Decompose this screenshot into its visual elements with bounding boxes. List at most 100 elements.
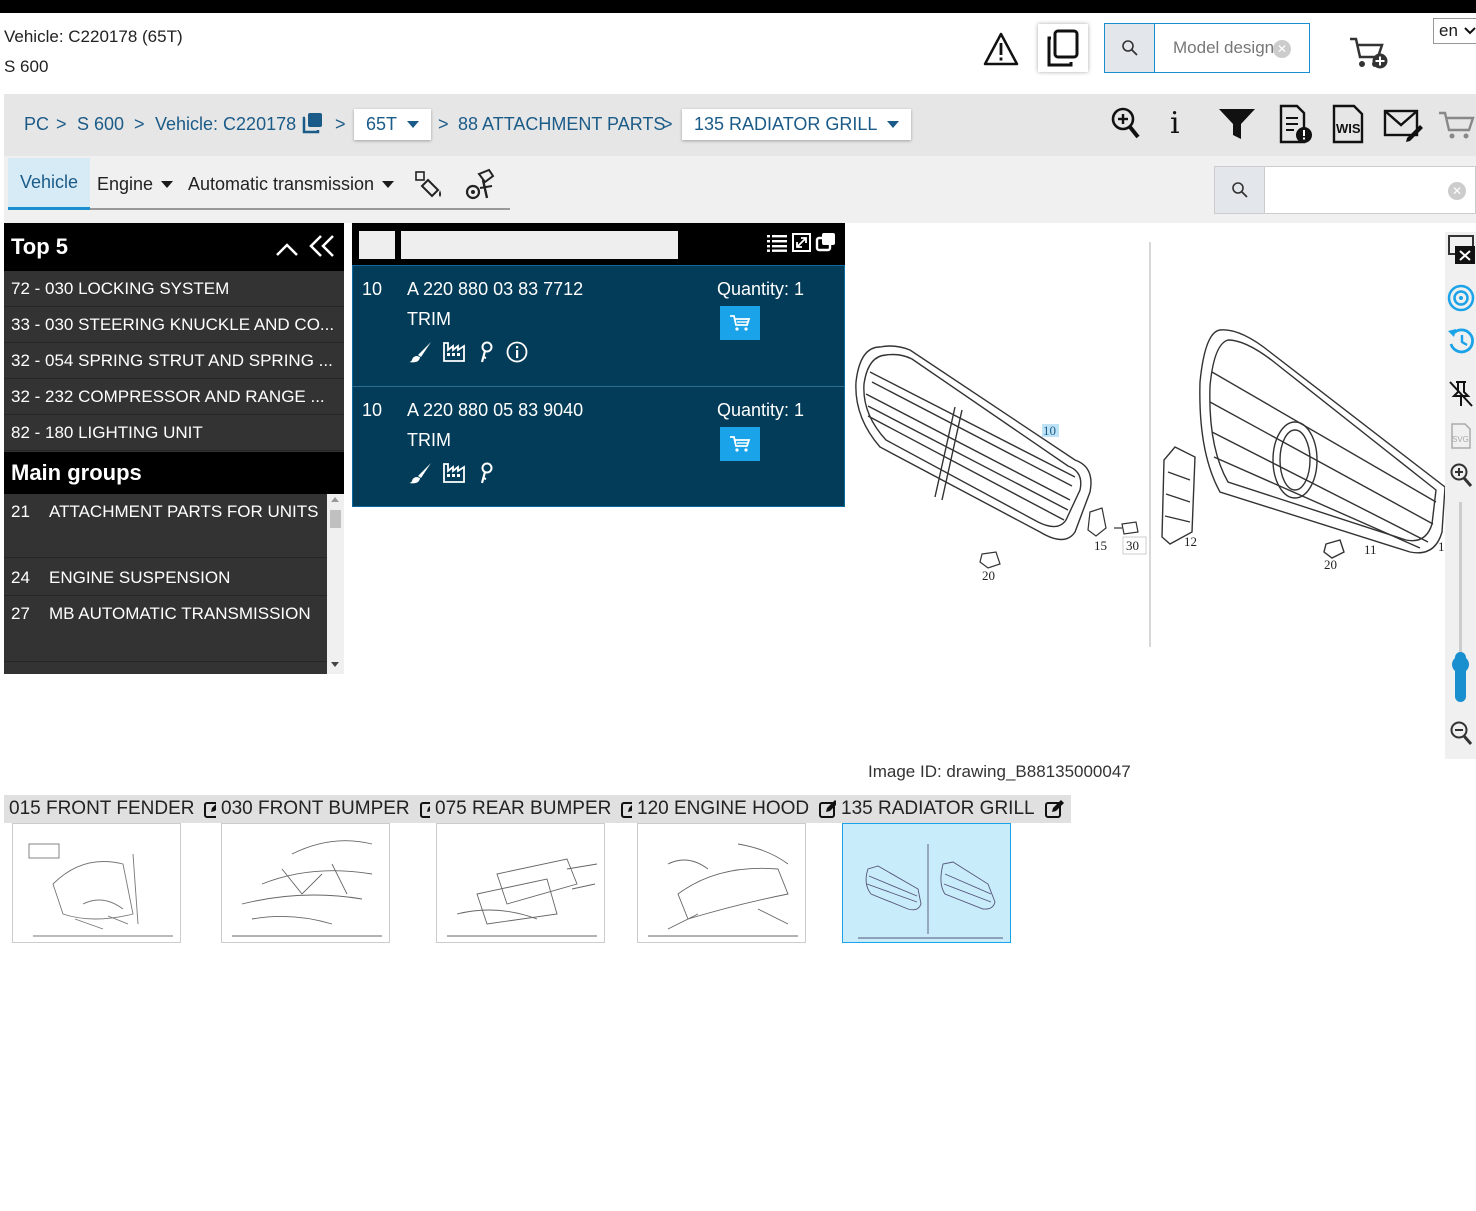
search-icon[interactable] bbox=[1215, 167, 1265, 213]
chevron-up-icon[interactable] bbox=[275, 237, 299, 263]
paint-bucket-icon[interactable] bbox=[414, 170, 448, 205]
close-drawing-icon[interactable] bbox=[1447, 234, 1475, 269]
thumbnail-label[interactable]: 075 REAR BUMPER bbox=[430, 795, 648, 823]
add-to-cart-icon[interactable] bbox=[1348, 34, 1390, 72]
main-group-number: 27 bbox=[11, 604, 30, 623]
variant-dropdown[interactable]: 65T bbox=[354, 109, 432, 140]
wis-document-icon[interactable]: WIS bbox=[1332, 104, 1364, 149]
mail-edit-icon[interactable] bbox=[1383, 108, 1423, 147]
thumbnail-label[interactable]: 135 RADIATOR GRILL bbox=[836, 795, 1071, 823]
key-icon[interactable] bbox=[478, 341, 496, 368]
breadcrumb-separator: > bbox=[56, 114, 67, 134]
callout-label[interactable]: 10 bbox=[1043, 423, 1056, 438]
copy-button[interactable] bbox=[1038, 24, 1088, 72]
tab-engine[interactable]: Engine bbox=[97, 158, 174, 210]
svg-file-icon[interactable]: SVG bbox=[1450, 422, 1472, 455]
parts-drawing[interactable]: 10 15 30 20 12 20 11 1 bbox=[850, 232, 1446, 662]
thumbnail-rear-bumper[interactable] bbox=[436, 823, 605, 943]
callout-label[interactable]: 30 bbox=[1126, 538, 1139, 553]
target-icon[interactable] bbox=[1447, 284, 1475, 317]
part-row[interactable]: 10 A 220 880 05 83 9040 TRIM Quantity: 1 bbox=[352, 386, 845, 506]
warning-icon[interactable] bbox=[982, 30, 1020, 68]
zoom-out-icon[interactable] bbox=[1449, 720, 1473, 753]
parts-search[interactable]: ✕ bbox=[1214, 166, 1476, 214]
model-search[interactable]: Model design ✕ bbox=[1104, 23, 1310, 73]
no-pin-icon[interactable] bbox=[1448, 378, 1474, 413]
info-circle-icon[interactable] bbox=[506, 341, 528, 368]
callout-label[interactable]: 12 bbox=[1184, 534, 1197, 549]
thumbnail-radiator-grill[interactable] bbox=[842, 823, 1011, 943]
parts-search-input[interactable]: ✕ bbox=[1265, 167, 1475, 213]
main-group-item[interactable]: 27 MB AUTOMATIC TRANSMISSION bbox=[4, 596, 327, 662]
part-filter-input[interactable] bbox=[401, 231, 678, 259]
top5-item[interactable]: 33 - 030 STEERING KNUCKLE AND CO... bbox=[4, 307, 344, 343]
language-select[interactable]: en bbox=[1433, 18, 1476, 44]
callout-label[interactable]: 1 bbox=[1438, 539, 1445, 554]
thumbnail-front-bumper[interactable] bbox=[221, 823, 390, 943]
top5-item[interactable]: 72 - 030 LOCKING SYSTEM bbox=[4, 271, 344, 307]
popout-icon[interactable] bbox=[815, 232, 837, 257]
clear-icon[interactable]: ✕ bbox=[1273, 40, 1291, 58]
thumbnail-front-fender[interactable] bbox=[12, 823, 181, 943]
callout-label[interactable]: 20 bbox=[982, 568, 995, 583]
main-group-item[interactable]: 21 ATTACHMENT PARTS FOR UNITS bbox=[4, 494, 327, 558]
tab-transmission-label: Automatic transmission bbox=[188, 173, 375, 194]
caret-down-icon bbox=[382, 180, 395, 188]
breadcrumb-group[interactable]: 88 ATTACHMENT PARTS bbox=[458, 114, 665, 135]
tab-transmission[interactable]: Automatic transmission bbox=[188, 158, 395, 210]
vehicle-id: Vehicle: C220178 (65T) bbox=[4, 27, 183, 46]
cart-icon[interactable] bbox=[1438, 110, 1476, 145]
part-position: 10 bbox=[362, 400, 383, 420]
callout-label[interactable]: 20 bbox=[1324, 557, 1337, 572]
thumbnail-label[interactable]: 015 FRONT FENDER bbox=[4, 795, 231, 823]
thumbnail-label[interactable]: 030 FRONT BUMPER bbox=[216, 795, 446, 823]
main-group-item[interactable]: 24 ENGINE SUSPENSION bbox=[4, 558, 327, 596]
expand-icon[interactable] bbox=[792, 233, 811, 257]
factory-icon[interactable] bbox=[442, 462, 466, 489]
position-filter-input[interactable] bbox=[359, 231, 395, 259]
breadcrumb-separator: > bbox=[134, 114, 145, 134]
factory-icon[interactable] bbox=[442, 341, 466, 368]
zoom-slider-knob[interactable] bbox=[1452, 656, 1469, 673]
tab-vehicle[interactable]: Vehicle bbox=[8, 158, 91, 210]
caret-down-icon bbox=[887, 121, 900, 128]
callout-label[interactable]: 15 bbox=[1094, 538, 1107, 553]
model-search-input[interactable]: Model design ✕ bbox=[1155, 24, 1309, 72]
thumbnail-engine-hood[interactable] bbox=[637, 823, 806, 943]
paint-brush-icon[interactable] bbox=[408, 341, 432, 368]
parts-header bbox=[352, 223, 845, 265]
paint-brush-icon[interactable] bbox=[408, 462, 432, 489]
scrollbar[interactable] bbox=[327, 494, 344, 674]
zoom-in-icon[interactable] bbox=[1110, 106, 1142, 147]
grille-left-drawing bbox=[855, 345, 1092, 541]
add-to-cart-button[interactable] bbox=[720, 306, 760, 340]
caret-down-icon bbox=[161, 180, 174, 188]
subgroup-dropdown[interactable]: 135 RADIATOR GRILL bbox=[682, 109, 912, 140]
callout-label[interactable]: 11 bbox=[1364, 542, 1377, 557]
thumbnail-title: 030 FRONT BUMPER bbox=[221, 798, 410, 819]
edit-icon[interactable] bbox=[1044, 799, 1065, 819]
top5-item[interactable]: 32 - 054 SPRING STRUT AND SPRING ... bbox=[4, 343, 344, 379]
filter-icon[interactable] bbox=[1218, 108, 1256, 145]
breadcrumb-pc[interactable]: PC bbox=[24, 114, 49, 135]
engine-parts-icon[interactable] bbox=[465, 168, 495, 205]
document-alert-icon[interactable] bbox=[1278, 104, 1314, 149]
key-icon[interactable] bbox=[478, 462, 496, 489]
search-icon[interactable] bbox=[1105, 24, 1155, 72]
info-icon[interactable]: i bbox=[1170, 106, 1180, 141]
part-row[interactable]: 10 A 220 880 03 83 7712 TRIM Quantity: 1 bbox=[352, 266, 845, 386]
add-to-cart-button[interactable] bbox=[720, 427, 760, 461]
breadcrumb-vehicle[interactable]: Vehicle: C220178 bbox=[155, 114, 296, 135]
breadcrumb-model[interactable]: S 600 bbox=[77, 114, 124, 135]
thumbnail-label[interactable]: 120 ENGINE HOOD bbox=[632, 795, 846, 823]
history-icon[interactable] bbox=[1447, 326, 1475, 361]
top5-item[interactable]: 32 - 232 COMPRESSOR AND RANGE ... bbox=[4, 379, 344, 415]
clear-icon[interactable]: ✕ bbox=[1448, 182, 1466, 200]
zoom-in-icon[interactable] bbox=[1449, 462, 1473, 495]
collapse-panel-icon[interactable] bbox=[309, 234, 335, 264]
main-group-number: 21 bbox=[11, 502, 30, 521]
part-description: TRIM bbox=[407, 309, 451, 329]
list-view-icon[interactable] bbox=[767, 234, 787, 257]
top5-item[interactable]: 82 - 180 LIGHTING UNIT bbox=[4, 415, 344, 451]
copy-vin-icon[interactable] bbox=[302, 112, 324, 139]
